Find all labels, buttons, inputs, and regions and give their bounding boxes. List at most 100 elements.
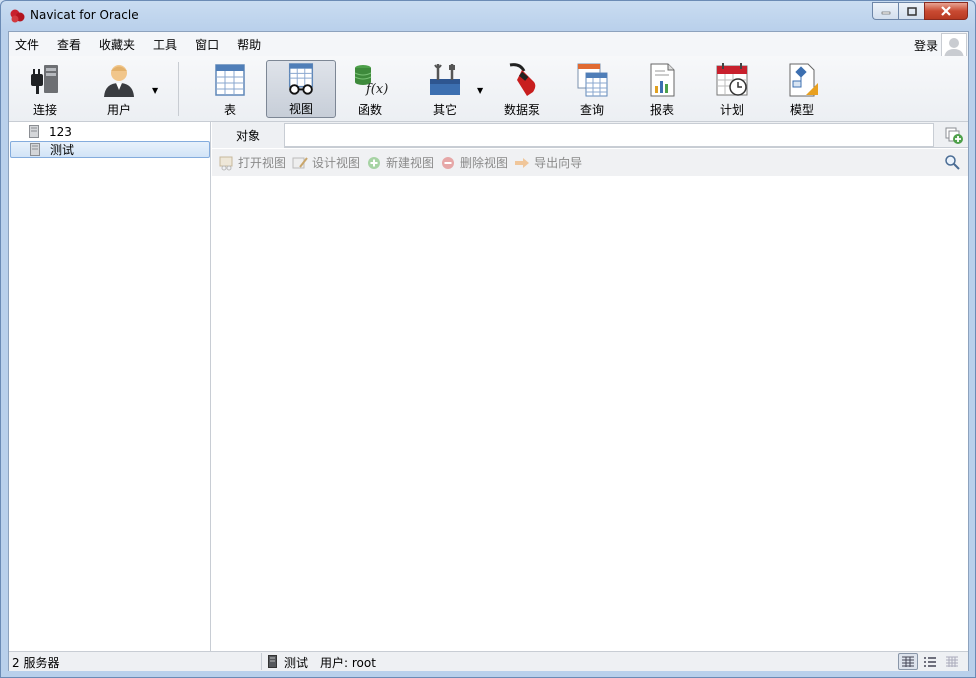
report-button[interactable]: 报表: [634, 60, 690, 118]
connection-item-selected[interactable]: 测试: [10, 141, 210, 158]
query-icon: [577, 63, 608, 97]
navicat-logo-icon: [10, 9, 25, 23]
detail-view-button[interactable]: [920, 653, 940, 670]
model-button[interactable]: 模型: [774, 60, 830, 118]
server-icon: [30, 143, 40, 156]
grid-list-icon: [902, 656, 914, 667]
design-view-button[interactable]: 设计视图: [292, 154, 360, 171]
object-pane: 对象 打开视图 设计视图 新建视图 删除视图 导出向导: [212, 122, 968, 651]
report-icon: [650, 63, 675, 97]
user-icon: [104, 65, 134, 97]
tab-objects-label: 对象: [235, 128, 260, 143]
window-title: Navicat for Oracle: [30, 8, 139, 22]
view-mode-switcher: [896, 653, 962, 670]
menu-bar: 文件 查看 收藏夹 工具 窗口 帮助 登录: [9, 32, 968, 61]
schedule-label: 计划: [719, 103, 744, 117]
new-view-icon: [368, 156, 381, 169]
connection-plug-icon: [31, 65, 58, 94]
connect-label: 连接: [32, 103, 57, 117]
delete-view-icon: [442, 156, 455, 169]
view-label: 视图: [288, 102, 313, 116]
er-diagram-icon: [946, 656, 958, 667]
delete-view-button[interactable]: 删除视图: [440, 154, 508, 171]
menu-file[interactable]: 文件: [9, 36, 51, 53]
main-toolbar: 连接 用户 ▼ 表 视图 f(x) 函数 其它 ▼ 数据泵 查询 报表 计划 模…: [9, 56, 968, 122]
model-icon: [789, 63, 818, 97]
menu-help[interactable]: 帮助: [231, 36, 273, 53]
maximize-icon: [906, 6, 917, 16]
other-tools-icon: [430, 64, 460, 95]
function-label: 函数: [357, 103, 382, 117]
detail-list-icon: [924, 656, 936, 667]
login-link[interactable]: 登录: [914, 37, 938, 54]
view-button[interactable]: 视图: [266, 60, 336, 118]
table-label: 表: [223, 103, 236, 117]
table-button[interactable]: 表: [202, 60, 258, 118]
minimize-button[interactable]: [872, 2, 898, 20]
search-icon[interactable]: [944, 154, 960, 170]
other-label: 其它: [432, 103, 457, 117]
svg-text:f(x): f(x): [365, 82, 388, 97]
data-pump-icon: [509, 63, 536, 96]
menu-window[interactable]: 窗口: [189, 36, 231, 53]
user-dropdown-arrow-icon[interactable]: ▼: [152, 86, 158, 95]
view-glasses-icon: [288, 63, 314, 95]
connection-item[interactable]: 123: [10, 123, 210, 140]
other-button[interactable]: 其它: [417, 60, 473, 118]
new-tab-add-icon[interactable]: [944, 125, 964, 145]
connection-label: 测试: [50, 143, 75, 157]
server-count: 2 服务器: [12, 656, 60, 670]
datapump-button[interactable]: 数据泵: [494, 60, 550, 118]
design-view-icon: [292, 156, 308, 168]
export-wizard-label: 导出向导: [534, 156, 583, 170]
open-view-label: 打开视图: [238, 156, 287, 170]
table-icon: [215, 64, 245, 96]
export-arrow-icon: [515, 157, 530, 168]
user-label: 用户: [106, 103, 131, 117]
tab-objects[interactable]: 对象: [212, 122, 284, 148]
object-action-bar: 打开视图 设计视图 新建视图 删除视图 导出向导: [212, 149, 968, 176]
user-button[interactable]: 用户: [91, 60, 147, 118]
schedule-button[interactable]: 计划: [704, 60, 760, 118]
toolbar-separator: [178, 62, 179, 116]
window-controls: [872, 2, 968, 20]
delete-view-label: 删除视图: [460, 156, 509, 170]
new-view-button[interactable]: 新建视图: [366, 154, 434, 171]
menu-favorites[interactable]: 收藏夹: [93, 36, 147, 53]
open-view-icon: [219, 156, 233, 170]
close-button[interactable]: [924, 2, 968, 20]
server-icon: [29, 125, 39, 138]
server-icon: [268, 655, 277, 668]
connection-tree: 123 测试: [9, 122, 211, 651]
object-filter-area[interactable]: [284, 123, 934, 147]
function-icon: f(x): [354, 65, 388, 97]
model-label: 模型: [789, 103, 814, 117]
menu-tools[interactable]: 工具: [147, 36, 189, 53]
function-button[interactable]: f(x) 函数: [342, 60, 398, 118]
object-tab-bar: 对象: [212, 122, 968, 148]
connection-label: 123: [49, 124, 72, 139]
status-separator: [261, 653, 262, 670]
other-dropdown-arrow-icon[interactable]: ▼: [477, 86, 483, 95]
export-wizard-button[interactable]: 导出向导: [514, 154, 582, 171]
client-area: 文件 查看 收藏夹 工具 窗口 帮助 登录 连接 用户 ▼ 表 视图 f(x) …: [8, 31, 969, 671]
open-view-button[interactable]: 打开视图: [218, 154, 286, 171]
design-view-label: 设计视图: [312, 156, 361, 170]
datapump-label: 数据泵: [503, 103, 540, 117]
maximize-button[interactable]: [898, 2, 924, 20]
er-diagram-view-button[interactable]: [942, 653, 962, 670]
calendar-clock-icon: [716, 63, 748, 96]
new-view-label: 新建视图: [386, 156, 435, 170]
status-user: 用户: root: [320, 656, 376, 670]
connect-button[interactable]: 连接: [17, 60, 73, 118]
close-icon: [941, 6, 951, 16]
minimize-icon: [881, 11, 890, 15]
list-view-button[interactable]: [898, 653, 918, 670]
status-connection: 测试: [284, 656, 309, 670]
report-label: 报表: [649, 103, 674, 117]
query-label: 查询: [579, 103, 604, 117]
status-bar: 2 服务器 测试 用户: root: [9, 651, 968, 671]
menu-view[interactable]: 查看: [51, 36, 93, 53]
query-button[interactable]: 查询: [564, 60, 620, 118]
app-window: Navicat for Oracle 文件 查看 收藏夹 工具 窗口 帮助 登录: [0, 0, 976, 678]
